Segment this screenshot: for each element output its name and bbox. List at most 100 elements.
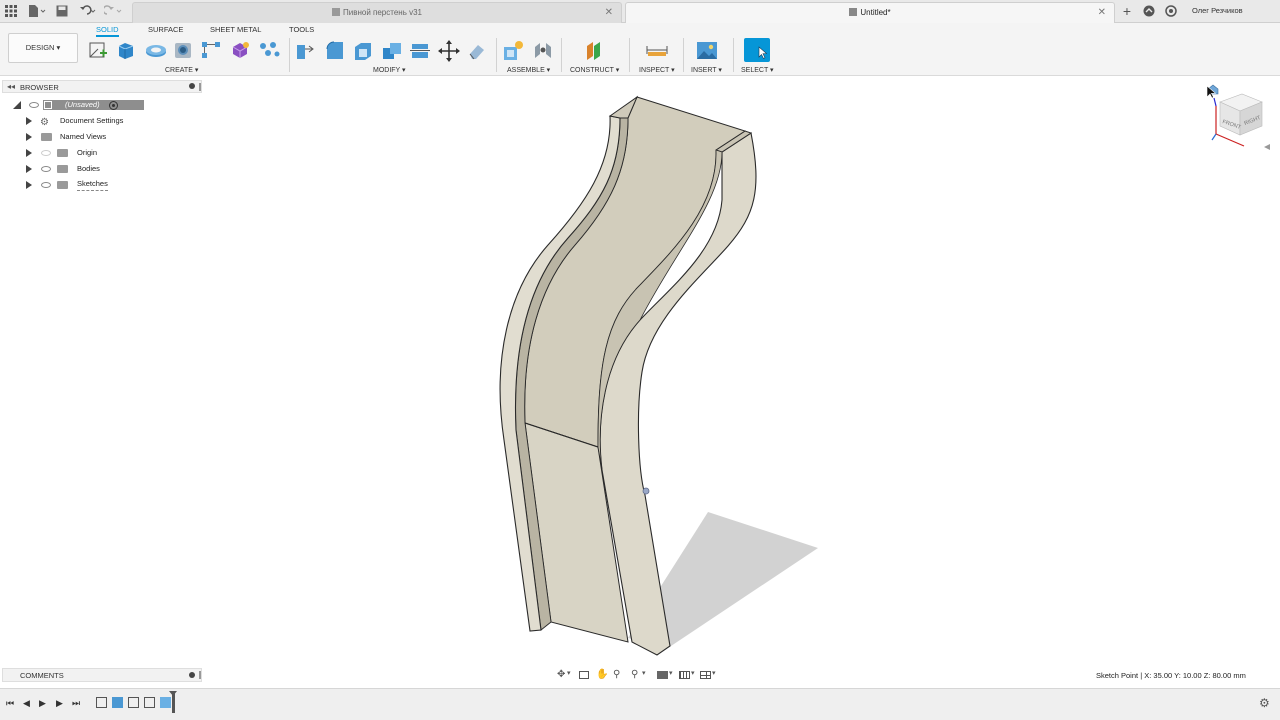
press-pull-icon[interactable] bbox=[295, 40, 315, 60]
pattern-on-path-icon[interactable] bbox=[258, 40, 280, 60]
grid-icon[interactable] bbox=[679, 671, 690, 679]
browser-item-named-views[interactable]: Named Views bbox=[24, 130, 134, 144]
chevron-down-icon[interactable]: ▾ bbox=[691, 669, 695, 677]
fit-zoom-icon[interactable]: ⚲ bbox=[631, 669, 638, 680]
comments-header[interactable]: COMMENTS bbox=[2, 668, 202, 682]
gear-icon[interactable]: ⚙ bbox=[1259, 696, 1270, 710]
hole-icon[interactable] bbox=[173, 40, 193, 60]
new-tab-icon[interactable]: + bbox=[1121, 4, 1133, 18]
expand-triangle-icon[interactable] bbox=[26, 117, 32, 125]
undo-icon[interactable] bbox=[78, 5, 96, 17]
inspect-menu[interactable]: INSPECT ▾ bbox=[639, 66, 675, 74]
app-grid-icon[interactable] bbox=[5, 5, 17, 17]
tab-solid[interactable]: SOLID bbox=[96, 25, 119, 37]
tab-document-2[interactable]: Untitled* ✕ bbox=[625, 2, 1115, 23]
rectangular-pattern-icon[interactable] bbox=[201, 40, 221, 60]
combine-icon[interactable] bbox=[381, 40, 401, 60]
orbit-icon[interactable]: ✥ bbox=[557, 669, 565, 680]
tab-tools[interactable]: TOOLS bbox=[289, 25, 314, 34]
go-to-end-icon[interactable]: ⏭ bbox=[72, 698, 80, 709]
chevron-down-icon[interactable]: ▾ bbox=[712, 669, 716, 677]
tab-surface[interactable]: SURFACE bbox=[148, 25, 183, 34]
construct-menu[interactable]: CONSTRUCT ▾ bbox=[570, 66, 619, 74]
select-icon[interactable] bbox=[744, 38, 770, 62]
display-settings-icon[interactable] bbox=[657, 671, 668, 679]
workspace-switcher-button[interactable]: DESIGN ▾ bbox=[8, 33, 78, 63]
chevron-down-icon[interactable]: ▾ bbox=[567, 669, 571, 677]
user-name[interactable]: Олег Резчиков bbox=[1192, 6, 1243, 15]
step-back-icon[interactable]: ◀ bbox=[23, 698, 30, 709]
visibility-eye-icon[interactable] bbox=[41, 166, 51, 172]
close-icon[interactable]: ✕ bbox=[605, 3, 613, 23]
browser-root[interactable]: (Unsaved) bbox=[10, 98, 144, 112]
panel-grip-icon[interactable] bbox=[199, 671, 201, 679]
pin-icon[interactable] bbox=[189, 83, 195, 89]
offset-plane-icon[interactable] bbox=[584, 40, 604, 60]
split-body-icon[interactable] bbox=[409, 40, 430, 60]
visibility-eye-icon[interactable] bbox=[41, 150, 51, 156]
mouse-cursor-icon bbox=[1206, 85, 1217, 101]
job-status-icon[interactable] bbox=[1165, 5, 1177, 17]
panel-grip-icon[interactable] bbox=[199, 83, 201, 91]
timeline-extrude-icon[interactable] bbox=[112, 697, 123, 708]
chevron-down-icon[interactable]: ▾ bbox=[669, 669, 673, 677]
pin-icon[interactable] bbox=[189, 672, 195, 678]
file-menu-icon[interactable] bbox=[28, 5, 46, 17]
save-icon[interactable] bbox=[56, 5, 68, 17]
collapse-panel-icon[interactable]: ◂◂ bbox=[7, 82, 15, 91]
insert-image-icon[interactable] bbox=[696, 40, 717, 60]
timeline-marker[interactable] bbox=[172, 693, 175, 713]
redo-icon[interactable] bbox=[102, 5, 122, 17]
browser-item-origin[interactable]: Origin bbox=[24, 146, 134, 160]
timeline-marker-head-icon[interactable] bbox=[169, 691, 177, 696]
revolve-icon[interactable] bbox=[145, 40, 166, 60]
close-icon[interactable]: ✕ bbox=[1098, 3, 1106, 23]
expand-triangle-icon[interactable] bbox=[26, 165, 32, 173]
browser-root-label: (Unsaved) bbox=[65, 100, 100, 109]
look-at-icon[interactable] bbox=[579, 671, 589, 679]
zoom-icon[interactable]: ⚲ bbox=[613, 669, 620, 680]
timeline-sketch-icon[interactable] bbox=[128, 697, 139, 708]
expand-triangle-icon[interactable] bbox=[26, 181, 32, 189]
joint-icon[interactable] bbox=[532, 40, 552, 60]
play-icon[interactable]: ▶ bbox=[39, 698, 46, 709]
move-copy-icon[interactable] bbox=[438, 40, 460, 62]
go-to-start-icon[interactable]: ⏮ bbox=[6, 698, 14, 709]
extrude-icon[interactable] bbox=[116, 40, 136, 60]
tab-document-1[interactable]: Пивной перстень v31 ✕ bbox=[132, 2, 622, 23]
expand-triangle-icon[interactable] bbox=[26, 133, 32, 141]
expand-triangle-icon[interactable] bbox=[13, 101, 21, 109]
delete-erase-icon[interactable] bbox=[466, 40, 486, 60]
toolbar-divider bbox=[561, 38, 562, 72]
viewports-icon[interactable] bbox=[700, 671, 711, 679]
timeline-sweep-icon[interactable] bbox=[160, 697, 171, 708]
create-menu[interactable]: CREATE ▾ bbox=[165, 66, 198, 74]
browser-item-document-settings[interactable]: ⚙ Document Settings bbox=[24, 114, 134, 128]
browser-item-bodies[interactable]: Bodies bbox=[24, 162, 134, 176]
timeline-sketch-icon[interactable] bbox=[96, 697, 107, 708]
expand-triangle-icon[interactable] bbox=[26, 149, 32, 157]
visibility-eye-icon[interactable] bbox=[29, 102, 39, 108]
tab-sheet-metal[interactable]: SHEET METAL bbox=[210, 25, 261, 34]
pan-hand-icon[interactable]: ✋ bbox=[596, 669, 608, 680]
create-form-icon[interactable] bbox=[230, 40, 250, 60]
modify-menu[interactable]: MODIFY ▾ bbox=[373, 66, 406, 74]
shell-icon[interactable] bbox=[352, 40, 372, 60]
fillet-icon[interactable] bbox=[324, 40, 344, 60]
extensions-icon[interactable] bbox=[1143, 5, 1155, 17]
step-forward-icon[interactable]: ▶ bbox=[56, 698, 63, 709]
browser-item-sketches[interactable]: Sketches bbox=[24, 178, 134, 192]
insert-menu[interactable]: INSERT ▾ bbox=[691, 66, 722, 74]
timeline-sketch-icon[interactable] bbox=[144, 697, 155, 708]
activate-radio-icon[interactable] bbox=[109, 101, 118, 110]
create-sketch-icon[interactable] bbox=[88, 40, 108, 60]
measure-icon[interactable] bbox=[646, 40, 668, 60]
assemble-menu[interactable]: ASSEMBLE ▾ bbox=[507, 66, 550, 74]
sketch-point[interactable] bbox=[642, 487, 650, 495]
select-menu[interactable]: SELECT ▾ bbox=[741, 66, 774, 74]
canvas-viewport[interactable] bbox=[205, 77, 1280, 667]
visibility-eye-icon[interactable] bbox=[41, 182, 51, 188]
chevron-down-icon[interactable]: ▾ bbox=[642, 669, 646, 677]
new-component-icon[interactable] bbox=[502, 40, 523, 60]
browser-header[interactable]: ◂◂ BROWSER bbox=[2, 80, 202, 93]
